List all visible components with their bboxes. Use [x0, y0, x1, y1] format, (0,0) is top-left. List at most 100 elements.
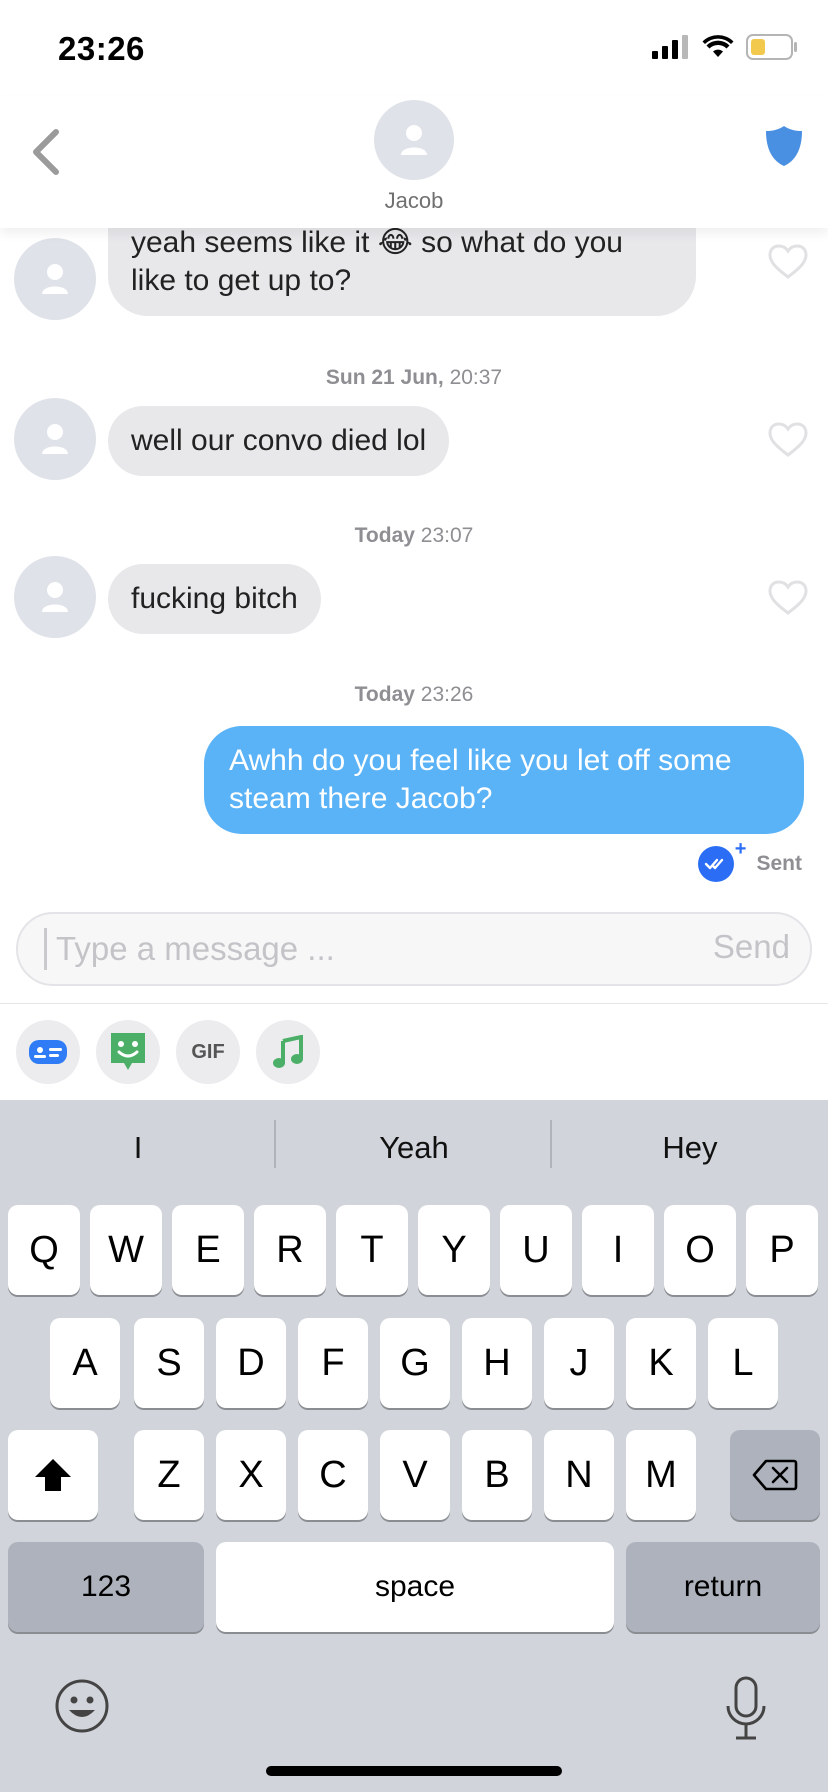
heart-icon — [768, 422, 808, 457]
dictation-button[interactable] — [722, 1676, 770, 1742]
key-j[interactable]: J — [544, 1318, 614, 1408]
message-input[interactable] — [56, 925, 656, 973]
delivery-status: + Sent — [698, 838, 802, 882]
delete-key[interactable] — [730, 1430, 820, 1520]
contact-name[interactable]: Jacob — [0, 188, 828, 214]
music-note-icon — [273, 1035, 303, 1068]
sender-avatar[interactable] — [14, 398, 96, 480]
text-caret — [44, 928, 47, 970]
timestamp-time: 23:07 — [420, 524, 474, 547]
message-text-line: like to get up to? — [131, 264, 352, 297]
key-n[interactable]: N — [544, 1430, 614, 1520]
key-w[interactable]: W — [90, 1205, 162, 1295]
like-button[interactable] — [768, 244, 808, 280]
key-m[interactable]: M — [626, 1430, 696, 1520]
message-text-line: yeah seems like it 😂 so what do you — [131, 228, 623, 259]
suggestion-item[interactable]: Hey — [552, 1130, 828, 1166]
sticker-button[interactable] — [96, 1020, 160, 1084]
sender-avatar[interactable] — [14, 238, 96, 320]
key-h[interactable]: H — [462, 1318, 532, 1408]
key-y[interactable]: Y — [418, 1205, 490, 1295]
heart-icon — [768, 244, 808, 279]
emoji-icon — [55, 1679, 109, 1733]
key-v[interactable]: V — [380, 1430, 450, 1520]
card-button[interactable] — [16, 1020, 80, 1084]
key-l[interactable]: L — [708, 1318, 778, 1408]
person-icon — [42, 264, 68, 294]
person-icon — [42, 582, 68, 612]
timestamp-time: 23:26 — [420, 683, 474, 706]
shift-key[interactable] — [8, 1430, 98, 1520]
smile-chat-icon — [111, 1033, 145, 1070]
incoming-message[interactable]: fucking bitch — [108, 564, 321, 634]
safety-button[interactable] — [762, 124, 806, 168]
space-key[interactable]: space — [216, 1542, 614, 1632]
message-text-line: Awhh do you feel like you let off some — [229, 744, 732, 777]
incoming-message[interactable]: yeah seems like it 😂 so what do you like… — [108, 228, 696, 316]
timestamp-time: 20:37 — [449, 366, 503, 389]
gif-label: GIF — [191, 1040, 225, 1063]
key-g[interactable]: G — [380, 1318, 450, 1408]
key-z[interactable]: Z — [134, 1430, 204, 1520]
timestamp-day: Today — [354, 683, 415, 706]
sender-avatar[interactable] — [14, 556, 96, 638]
like-button[interactable] — [768, 422, 808, 458]
gif-button[interactable]: GIF — [176, 1020, 240, 1084]
numbers-key[interactable]: 123 — [8, 1542, 204, 1632]
status-bar: 23:26 — [0, 0, 828, 100]
wifi-icon — [702, 35, 734, 57]
send-button[interactable]: Send — [713, 928, 790, 966]
double-check-icon: + — [698, 838, 746, 882]
key-f[interactable]: F — [298, 1318, 368, 1408]
key-r[interactable]: R — [254, 1205, 326, 1295]
message-row: fucking bitch — [0, 556, 828, 638]
key-k[interactable]: K — [626, 1318, 696, 1408]
contact-avatar[interactable] — [374, 100, 454, 180]
outgoing-message[interactable]: Awhh do you feel like you let off some s… — [204, 726, 804, 834]
message-row: yeah seems like it 😂 so what do you like… — [0, 228, 828, 320]
message-row: well our convo died lol — [0, 398, 828, 480]
shift-arrow-icon — [35, 1459, 71, 1491]
plus-icon: + — [734, 838, 747, 860]
suggestion-bar: I Yeah Hey — [0, 1100, 828, 1200]
key-p[interactable]: P — [746, 1205, 818, 1295]
timestamp-day: Sun 21 Jun, — [325, 366, 444, 389]
message-text-line: steam there Jacob? — [229, 782, 493, 815]
key-a[interactable]: A — [50, 1318, 120, 1408]
sent-status-text: Sent — [756, 852, 802, 875]
key-b[interactable]: B — [462, 1430, 532, 1520]
message-input-container[interactable]: Send — [16, 912, 812, 986]
key-u[interactable]: U — [500, 1205, 572, 1295]
emoji-button[interactable] — [54, 1678, 110, 1734]
incoming-message[interactable]: well our convo died lol — [108, 406, 450, 476]
key-d[interactable]: D — [216, 1318, 286, 1408]
composer-tools: GIF — [0, 1004, 828, 1100]
key-o[interactable]: O — [664, 1205, 736, 1295]
status-icons — [652, 34, 798, 60]
id-card-icon — [29, 1040, 67, 1064]
key-c[interactable]: C — [298, 1430, 368, 1520]
key-q[interactable]: Q — [8, 1205, 80, 1295]
timestamp: Today 23:26 — [0, 683, 828, 707]
key-t[interactable]: T — [336, 1205, 408, 1295]
key-s[interactable]: S — [134, 1318, 204, 1408]
timestamp: Sun 21 Jun, 20:37 — [0, 366, 828, 390]
home-indicator[interactable] — [266, 1766, 562, 1776]
keyboard: I Yeah Hey Q W E R T Y U I O P A S D F G… — [0, 1100, 828, 1792]
like-button[interactable] — [768, 580, 808, 616]
key-e[interactable]: E — [172, 1205, 244, 1295]
backspace-icon — [752, 1459, 798, 1491]
signal-icon — [652, 35, 688, 59]
person-icon — [401, 125, 427, 155]
return-key[interactable]: return — [626, 1542, 820, 1632]
heart-icon — [768, 580, 808, 615]
back-button[interactable] — [26, 122, 66, 182]
music-button[interactable] — [256, 1020, 320, 1084]
key-i[interactable]: I — [582, 1205, 654, 1295]
key-x[interactable]: X — [216, 1430, 286, 1520]
message-list[interactable]: yeah seems like it 😂 so what do you like… — [0, 228, 828, 898]
suggestion-item[interactable]: I — [0, 1130, 276, 1166]
chevron-left-icon — [33, 129, 59, 175]
timestamp-day: Today — [354, 524, 415, 547]
suggestion-item[interactable]: Yeah — [276, 1130, 552, 1166]
